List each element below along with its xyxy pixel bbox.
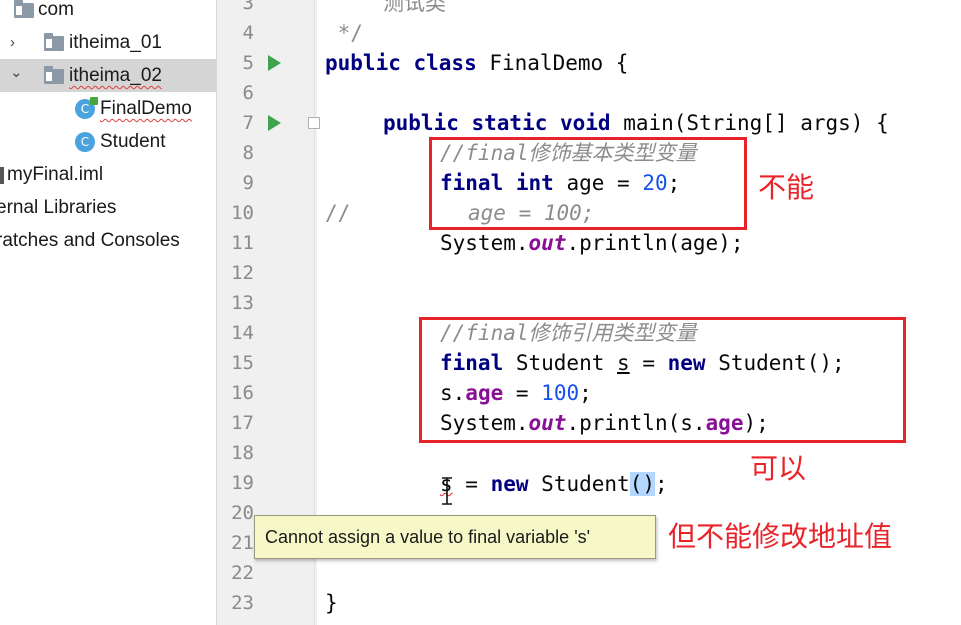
tree-item-itheima-01[interactable]: › itheima_01: [10, 26, 210, 59]
annotation-can: 可以: [750, 452, 807, 485]
error-tooltip: Cannot assign a value to final variable …: [254, 515, 656, 559]
line-number: 5: [242, 52, 254, 74]
folder-icon: [44, 33, 64, 51]
text-cursor-icon: [442, 477, 452, 505]
folder-icon: [44, 66, 64, 84]
tree-item-label: ratches and Consoles: [0, 230, 180, 251]
tree-item-label: FinalDemo: [100, 98, 192, 119]
tree-item-label: itheima_02: [69, 65, 162, 86]
tree-item-finaldemo[interactable]: C FinalDemo: [75, 92, 215, 125]
fold-marker-icon[interactable]: [308, 117, 320, 129]
tree-item-student[interactable]: C Student: [75, 125, 215, 158]
folder-icon: [14, 0, 34, 18]
line-number: 11: [231, 232, 254, 254]
code-line-4: */: [325, 21, 363, 45]
code-line-10: //: [325, 201, 351, 225]
code-line-23: }: [325, 591, 338, 615]
line-number: 23: [231, 592, 254, 614]
line-number: 17: [231, 412, 254, 434]
tree-item-itheima-02[interactable]: ⌄ itheima_02: [0, 59, 216, 92]
code-line-11: System.out.println(age);: [440, 231, 744, 255]
java-class-icon: C: [75, 97, 98, 119]
line-number: 12: [231, 262, 254, 284]
code-line-7: public static void main(String[] args) {: [383, 111, 889, 135]
tree-item-label: myFinal.iml: [7, 164, 104, 185]
line-number: 18: [231, 442, 254, 464]
tree-item-label: com: [38, 0, 74, 20]
chevron-right-icon[interactable]: ›: [10, 26, 15, 59]
annotation-cannot-modify-address: 但不能修改地址值: [668, 520, 893, 553]
tree-item-label: itheima_01: [69, 32, 162, 53]
line-number: 14: [231, 322, 254, 344]
line-number: 20: [231, 502, 254, 524]
code-line-5: public class FinalDemo {: [325, 51, 629, 75]
annotation-cannot: 不能: [758, 171, 815, 204]
code-line-3: 测试类: [383, 0, 446, 15]
line-number: 7: [242, 112, 254, 134]
line-number: 22: [231, 562, 254, 584]
run-config-icon: [90, 97, 98, 105]
project-tree: com › itheima_01 ⌄ itheima_02 C FinalDem…: [0, 0, 216, 625]
tree-item-myfinal-iml[interactable]: myFinal.iml: [0, 158, 216, 191]
run-main-icon[interactable]: [268, 115, 281, 131]
line-number: 6: [242, 82, 254, 104]
highlight-box-primitive: [429, 137, 747, 230]
line-number: 4: [242, 22, 254, 44]
line-number: 15: [231, 352, 254, 374]
module-file-icon: [0, 167, 4, 184]
line-number: 10: [231, 202, 254, 224]
line-number: 8: [242, 142, 254, 164]
run-class-icon[interactable]: [268, 55, 281, 71]
tree-item-label: ernal Libraries: [0, 197, 117, 218]
line-number: 19: [231, 472, 254, 494]
line-number: 3: [242, 0, 254, 14]
code-line-19: s = new Student();: [440, 472, 668, 496]
tree-item-scratches[interactable]: ratches and Consoles: [0, 224, 216, 257]
highlight-box-reference: [419, 317, 906, 443]
line-number: 21: [231, 532, 254, 554]
line-number: 16: [231, 382, 254, 404]
tree-item-external-libraries[interactable]: ernal Libraries: [0, 191, 216, 224]
line-number: 13: [231, 292, 254, 314]
chevron-down-icon[interactable]: ⌄: [10, 56, 23, 89]
line-number: 9: [242, 172, 254, 194]
java-class-icon: C: [75, 132, 95, 152]
tree-item-label: Student: [100, 131, 166, 152]
